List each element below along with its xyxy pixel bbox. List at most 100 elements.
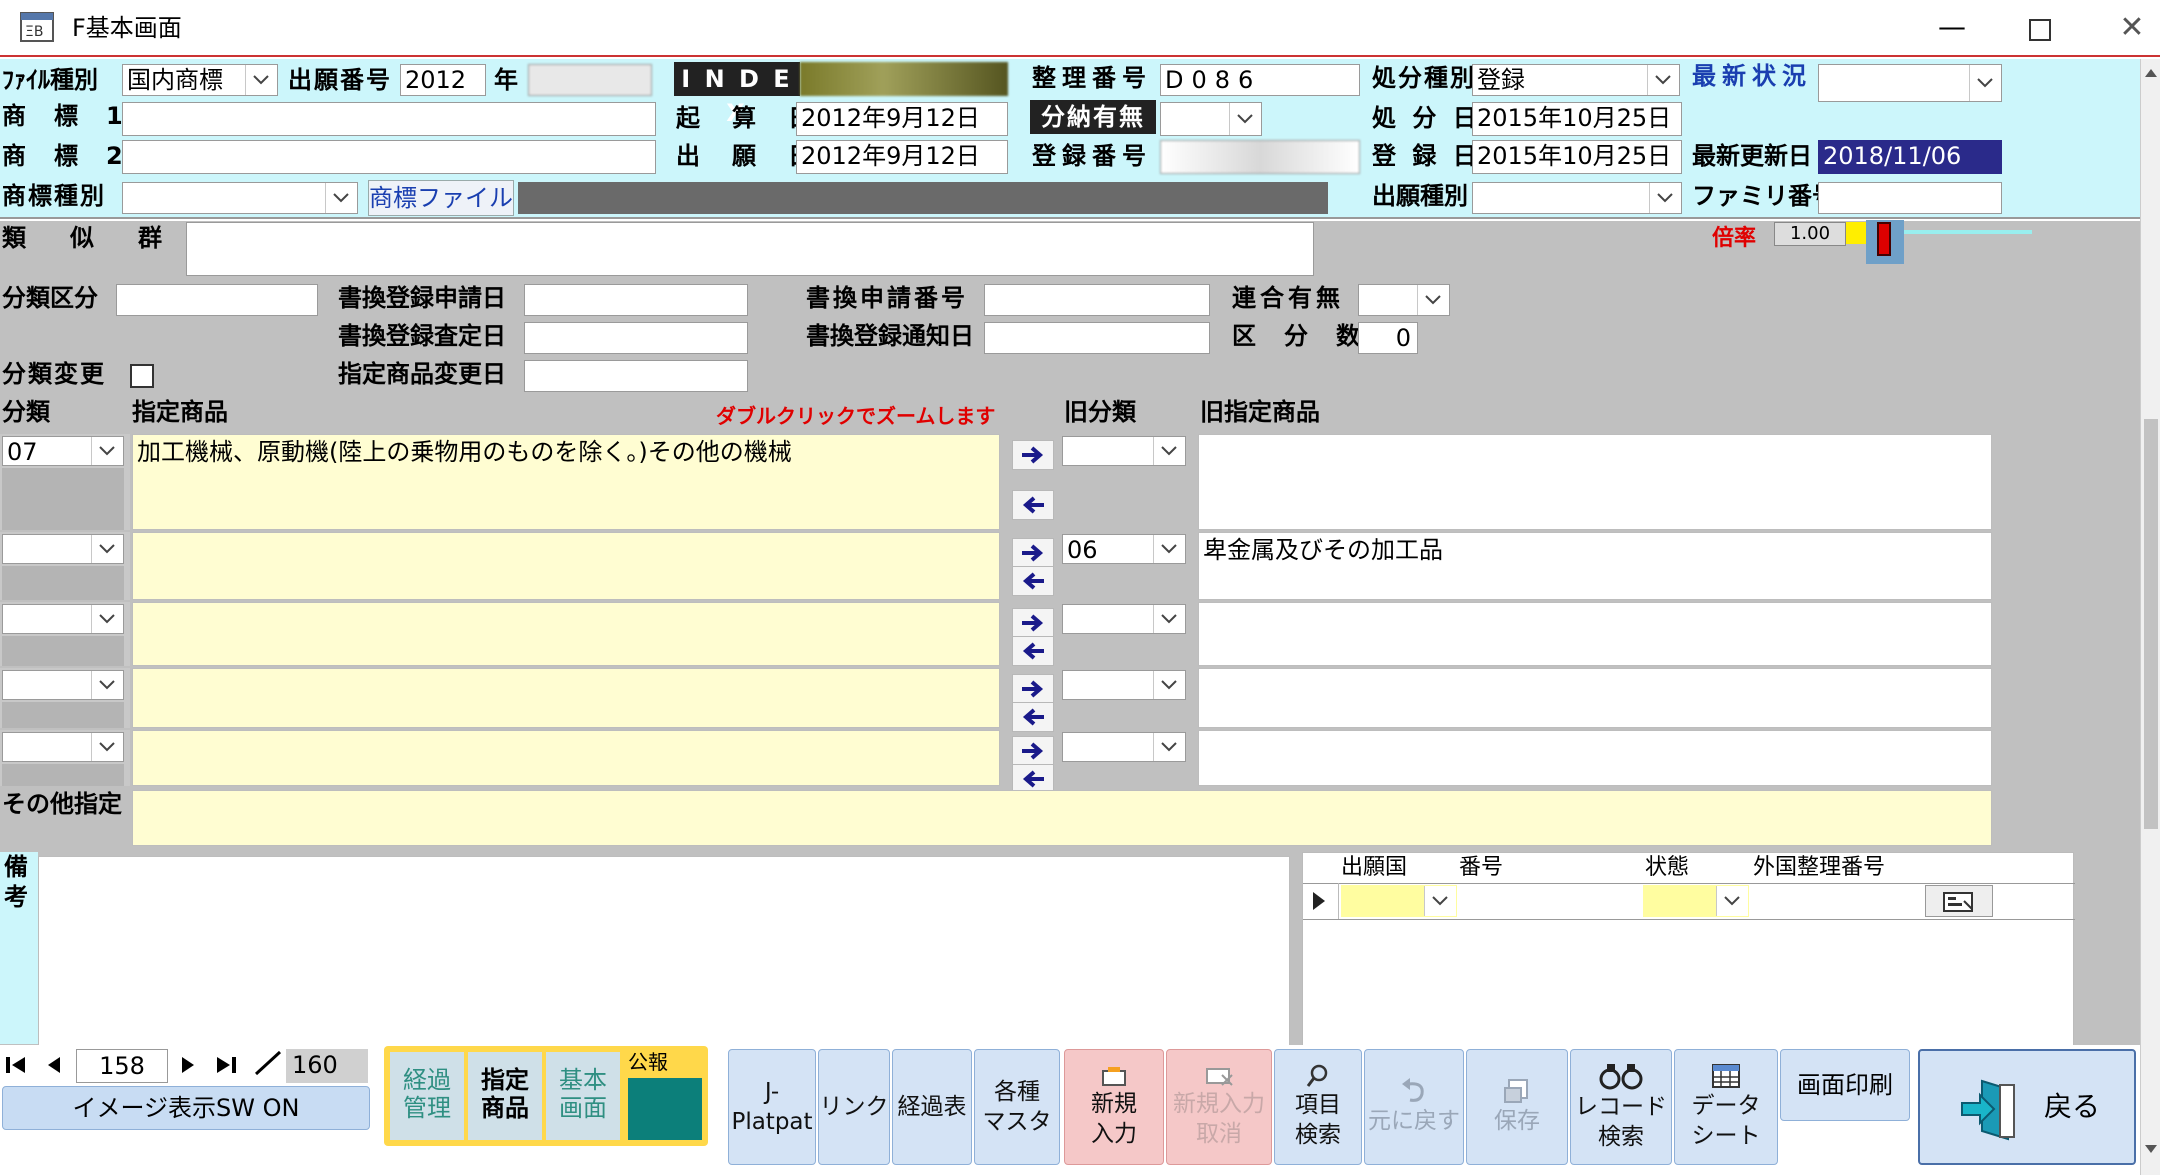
designated-change-field[interactable] bbox=[524, 360, 748, 392]
old-goods-field[interactable] bbox=[1198, 434, 1992, 530]
designated-goods-field[interactable]: 加工機械、原動機(陸上の乗物用のものを除く。)その他の機械 bbox=[132, 434, 1000, 530]
cancel-new-button[interactable]: 新規入力 取消 bbox=[1166, 1049, 1272, 1165]
move-right-button[interactable] bbox=[1012, 538, 1054, 568]
rewrite-app-no-field[interactable] bbox=[984, 284, 1210, 316]
file-type-select[interactable]: 国内商標 bbox=[122, 64, 278, 96]
magnification-field[interactable]: 1.00 bbox=[1774, 222, 1846, 246]
old-goods-field[interactable] bbox=[1198, 668, 1992, 728]
rewrite-req-field[interactable] bbox=[524, 284, 748, 316]
move-left-button[interactable] bbox=[1012, 566, 1054, 596]
filing-date-field[interactable]: 2012年9月12日 bbox=[796, 140, 1008, 174]
master-button[interactable]: 各種 マスタ bbox=[974, 1049, 1060, 1165]
chevron-down-icon[interactable] bbox=[1647, 65, 1679, 95]
move-right-button[interactable] bbox=[1012, 736, 1054, 766]
chevron-down-icon[interactable] bbox=[1229, 103, 1261, 135]
chevron-down-icon[interactable] bbox=[91, 671, 123, 699]
zoom-slider[interactable] bbox=[1846, 220, 2032, 264]
datasheet-button[interactable]: データ シート bbox=[1674, 1049, 1778, 1165]
tab-basic[interactable]: 基本 画面 bbox=[546, 1052, 620, 1140]
reckon-date-field[interactable]: 2012年9月12日 bbox=[796, 102, 1008, 136]
trademark2-field[interactable] bbox=[122, 140, 656, 174]
old-class-select[interactable] bbox=[1062, 732, 1186, 762]
chevron-down-icon[interactable] bbox=[1153, 605, 1185, 633]
notes-field[interactable] bbox=[38, 856, 1290, 1046]
link-button[interactable]: リンク bbox=[818, 1049, 890, 1165]
foreign-country-select[interactable] bbox=[1341, 885, 1457, 917]
trademark1-field[interactable] bbox=[122, 102, 656, 136]
chevron-down-icon[interactable] bbox=[1153, 733, 1185, 761]
back-button[interactable]: 戻る bbox=[1918, 1049, 2136, 1165]
new-record-button[interactable]: 新規 入力 bbox=[1064, 1049, 1164, 1165]
trademark-type-select[interactable] bbox=[122, 182, 358, 214]
print-screen-button[interactable]: 画面印刷 bbox=[1780, 1049, 1910, 1121]
filing-type-select[interactable] bbox=[1472, 182, 1682, 214]
chevron-down-icon[interactable] bbox=[1417, 285, 1449, 315]
maximize-button[interactable] bbox=[2022, 12, 2058, 46]
old-class-select[interactable]: 06 bbox=[1062, 534, 1186, 564]
chevron-down-icon[interactable] bbox=[1716, 886, 1748, 916]
other-designation-field[interactable] bbox=[132, 790, 1992, 846]
history-table-button[interactable]: 経過表 bbox=[892, 1049, 972, 1165]
designated-goods-field[interactable] bbox=[132, 602, 1000, 666]
class-change-checkbox[interactable] bbox=[130, 364, 154, 388]
chevron-down-icon[interactable] bbox=[245, 65, 277, 95]
app-no-field-blurred[interactable] bbox=[528, 64, 652, 96]
chevron-down-icon[interactable] bbox=[325, 183, 357, 213]
family-no-field[interactable] bbox=[1818, 182, 2002, 214]
chevron-down-icon[interactable] bbox=[1153, 671, 1185, 699]
undo-button[interactable]: 元に戻す bbox=[1364, 1049, 1464, 1165]
reg-date-field[interactable]: 2015年10月25日 bbox=[1472, 140, 1682, 174]
chevron-down-icon[interactable] bbox=[1153, 535, 1185, 563]
move-left-button[interactable] bbox=[1012, 702, 1054, 732]
index-field-blurred[interactable] bbox=[800, 62, 1008, 96]
class-count-field[interactable]: 0 bbox=[1358, 322, 1418, 354]
close-button[interactable]: ✕ bbox=[2112, 10, 2152, 46]
move-right-button[interactable] bbox=[1012, 608, 1054, 638]
old-class-select[interactable] bbox=[1062, 670, 1186, 700]
move-left-button[interactable] bbox=[1012, 490, 1054, 520]
assoc-select[interactable] bbox=[1358, 284, 1450, 316]
last-record-button[interactable] bbox=[212, 1050, 240, 1080]
reg-no-field-blurred[interactable] bbox=[1160, 140, 1360, 174]
jplatpat-button[interactable]: J- Platpat bbox=[728, 1049, 816, 1165]
similar-group-field[interactable] bbox=[186, 222, 1314, 276]
class-select[interactable] bbox=[2, 604, 124, 634]
save-button[interactable]: 保存 bbox=[1466, 1049, 1568, 1165]
designated-goods-field[interactable] bbox=[132, 668, 1000, 728]
class-select[interactable] bbox=[2, 732, 124, 762]
class-select[interactable] bbox=[2, 534, 124, 564]
prev-record-button[interactable] bbox=[40, 1050, 68, 1080]
move-left-button[interactable] bbox=[1012, 636, 1054, 666]
record-selector[interactable] bbox=[1303, 883, 1339, 919]
ref-no-field[interactable]: D086 bbox=[1160, 64, 1360, 96]
installment-select[interactable] bbox=[1160, 102, 1262, 136]
latest-status-select[interactable] bbox=[1818, 64, 2002, 102]
move-right-button[interactable] bbox=[1012, 440, 1054, 470]
current-record-field[interactable]: 158 bbox=[76, 1049, 168, 1083]
chevron-down-icon[interactable] bbox=[1153, 437, 1185, 465]
tab-goods[interactable]: 指定 商品 bbox=[468, 1052, 542, 1140]
koho-indicator[interactable] bbox=[628, 1078, 702, 1140]
vertical-scrollbar[interactable] bbox=[2140, 59, 2160, 1175]
class-select[interactable]: 07 bbox=[2, 436, 124, 466]
rewrite-notice-field[interactable] bbox=[984, 322, 1210, 354]
chevron-down-icon[interactable] bbox=[91, 605, 123, 633]
class-select[interactable] bbox=[2, 670, 124, 700]
foreign-status-select[interactable] bbox=[1643, 885, 1749, 917]
old-goods-field[interactable] bbox=[1198, 730, 1992, 786]
chevron-down-icon[interactable] bbox=[1969, 65, 2001, 101]
first-record-button[interactable] bbox=[2, 1050, 30, 1080]
chevron-down-icon[interactable] bbox=[91, 733, 123, 761]
designated-goods-field[interactable] bbox=[132, 532, 1000, 600]
disposal-type-select[interactable]: 登録 bbox=[1472, 64, 1680, 96]
move-right-button[interactable] bbox=[1012, 674, 1054, 704]
old-class-select[interactable] bbox=[1062, 604, 1186, 634]
app-no-year-field[interactable]: 2012 bbox=[400, 64, 486, 96]
rewrite-exam-field[interactable] bbox=[524, 322, 748, 354]
old-class-select[interactable] bbox=[1062, 436, 1186, 466]
chevron-down-icon[interactable] bbox=[1424, 886, 1456, 916]
chevron-down-icon[interactable] bbox=[91, 437, 123, 465]
class-div-field[interactable] bbox=[116, 284, 318, 316]
item-search-button[interactable]: 項目 検索 bbox=[1274, 1049, 1362, 1165]
trademark-file-button[interactable]: 商標ファイル bbox=[368, 180, 514, 216]
